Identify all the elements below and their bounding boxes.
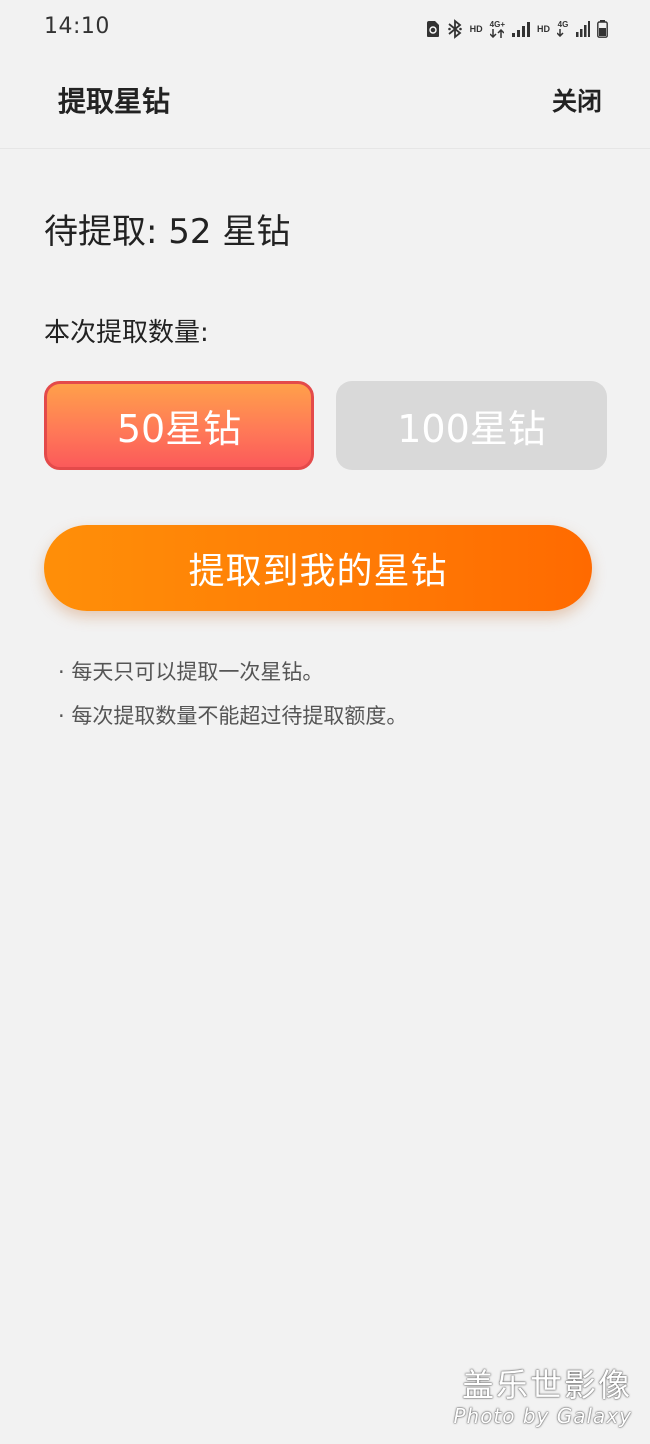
option-100-button[interactable]: 100星钻 [336,381,607,470]
option-50-label: 50星钻 [116,407,242,451]
extract-button-label: 提取到我的星钻 [188,551,448,592]
watermark: 盖乐世影像 Photo by Galaxy [442,1366,632,1428]
note-quota-limit: · 每次提取数量不能超过待提取额度。 [58,704,408,728]
4g-plus-label: 4G+ [489,19,505,29]
header: 提取星钻 关闭 [0,58,650,149]
option-50-button[interactable]: 50星钻 [44,381,314,470]
watermark-subtitle: Photo by Galaxy [453,1404,632,1428]
notes: · 每天只可以提取一次星钻。 · 每次提取数量不能超过待提取额度。 [58,650,407,738]
watermark-title: 盖乐世影像 [461,1366,632,1404]
quantity-label: 本次提取数量: [44,318,209,348]
hd-icon: HD [469,24,483,34]
option-100-label: 100星钻 [397,407,546,451]
bluetooth-icon [447,19,463,39]
4g-label: 4G [557,20,569,29]
signal-icon [512,21,530,37]
battery-icon [597,20,608,38]
screen: 14:10 HD 4G+ HD 4G 提取星钻 关闭 待提取: 52 星钻 本次… [0,0,650,1444]
close-button[interactable]: 关闭 [552,82,602,118]
extract-button[interactable]: 提取到我的星钻 [44,525,592,611]
hd-icon: HD [537,24,550,34]
signal-icon [576,21,590,37]
status-bar: 14:10 HD 4G+ HD 4G [0,0,650,58]
pending-amount: 待提取: 52 星钻 [44,212,291,252]
status-icons: HD 4G+ HD 4G [426,16,608,42]
page-title: 提取星钻 [58,85,171,118]
4g-data-icon: 4G+ [489,19,505,38]
4g-icon: 4G [557,21,569,37]
sim-alert-icon [426,20,440,38]
status-time: 14:10 [44,14,110,39]
note-daily-limit: · 每天只可以提取一次星钻。 [58,660,324,684]
